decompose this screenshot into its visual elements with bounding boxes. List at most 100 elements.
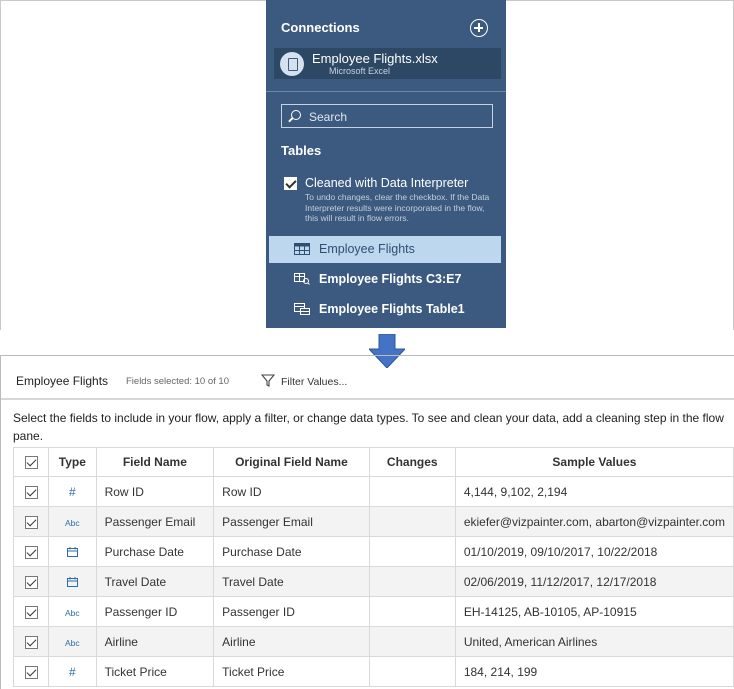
input-step-pane: Employee Flights Fields selected: 10 of …	[0, 355, 734, 689]
add-connection-icon[interactable]	[470, 19, 488, 37]
calendar-icon	[66, 577, 78, 588]
filter-values-label: Filter Values...	[281, 376, 348, 388]
original-field-name-cell: Purchase Date	[213, 536, 370, 567]
table-row[interactable]: # Row ID Row ID 4,144, 9,102, 2,194	[12, 476, 734, 507]
row-checkbox-cell[interactable]	[12, 506, 50, 537]
sub-table-icon	[294, 273, 310, 285]
table-header-row: Type Field Name Original Field Name Chan…	[12, 447, 734, 477]
row-checkbox[interactable]	[24, 635, 38, 649]
connections-title: Connections	[281, 20, 360, 35]
field-name-cell[interactable]: Passenger ID	[95, 596, 215, 627]
table-row[interactable]: Travel Date Travel Date 02/06/2019, 11/12/…	[12, 566, 734, 597]
string-type-icon: Abc	[65, 517, 80, 528]
column-header-original-field-name[interactable]: Original Field Name	[213, 447, 370, 477]
type-cell[interactable]: Abc	[48, 596, 97, 627]
sample-values-cell: 4,144, 9,102, 2,194	[454, 476, 734, 507]
field-name-cell[interactable]: Ticket Price	[95, 656, 215, 687]
type-cell[interactable]: #	[48, 476, 97, 507]
row-checkbox[interactable]	[24, 605, 38, 619]
search-placeholder: Search	[309, 110, 348, 124]
row-checkbox[interactable]	[24, 485, 38, 499]
table-row[interactable]: Abc Passenger Email Passenger Email ekiefer…	[12, 506, 734, 537]
changes-cell	[368, 476, 456, 507]
table-row[interactable]: Abc Airline Airline United, American Airlin…	[12, 626, 734, 657]
changes-cell	[368, 656, 456, 687]
original-field-name-cell: Airline	[213, 626, 370, 657]
tables-title: Tables	[281, 143, 322, 158]
row-checkbox[interactable]	[24, 515, 38, 529]
search-icon	[291, 110, 301, 120]
original-field-name-cell: Row ID	[213, 476, 370, 507]
named-table-icon	[294, 303, 310, 315]
row-checkbox[interactable]	[24, 575, 38, 589]
column-header-changes[interactable]: Changes	[368, 447, 456, 477]
table-row[interactable]: Purchase Date Purchase Date 01/10/2019, 09…	[12, 536, 734, 567]
number-type-icon: #	[69, 664, 76, 679]
row-checkbox[interactable]	[24, 545, 38, 559]
string-type-icon: Abc	[65, 637, 80, 648]
select-all-checkbox[interactable]	[24, 456, 38, 470]
data-interpreter-checkbox[interactable]	[284, 177, 297, 190]
table-row[interactable]: # Ticket Price Ticket Price 184, 214, 199	[12, 656, 734, 687]
field-name-cell[interactable]: Passenger Email	[95, 506, 215, 537]
connection-item[interactable]: Employee Flights.xlsx Microsoft Excel	[274, 48, 501, 79]
fields-table: Type Field Name Original Field Name Chan…	[12, 447, 734, 687]
original-field-name-cell: Passenger ID	[213, 596, 370, 627]
table-icon	[294, 243, 310, 255]
table-item-label: Employee Flights Table1	[319, 302, 465, 316]
changes-cell	[368, 626, 456, 657]
column-header-sample-values[interactable]: Sample Values	[454, 447, 734, 477]
type-cell[interactable]: #	[48, 656, 97, 687]
type-cell[interactable]: Abc	[48, 626, 97, 657]
pane-header: Employee Flights Fields selected: 10 of …	[1, 356, 734, 400]
data-interpreter-label: Cleaned with Data Interpreter	[305, 176, 469, 190]
original-field-name-cell: Ticket Price	[213, 656, 370, 687]
row-checkbox-cell[interactable]	[12, 596, 50, 627]
type-cell[interactable]: Abc	[48, 506, 97, 537]
field-name-cell[interactable]: Row ID	[95, 476, 215, 507]
original-field-name-cell: Passenger Email	[213, 506, 370, 537]
table-item-employee-flights-table1[interactable]: Employee Flights Table1	[269, 296, 501, 323]
string-type-icon: Abc	[65, 607, 80, 618]
pane-title: Employee Flights	[16, 374, 109, 388]
connections-panel: Connections Employee Flights.xlsx Micros…	[266, 0, 506, 328]
type-cell[interactable]	[48, 566, 97, 597]
fields-selected-count: Fields selected: 10 of 10	[126, 376, 229, 387]
sample-values-cell: EH-14125, AB-10105, AP-10915	[454, 596, 734, 627]
file-icon	[280, 52, 304, 76]
row-checkbox-cell[interactable]	[12, 566, 50, 597]
table-item-employee-flights[interactable]: Employee Flights	[269, 236, 501, 263]
type-cell[interactable]	[48, 536, 97, 567]
table-item-label: Employee Flights C3:E7	[319, 272, 462, 286]
sample-values-cell: 02/06/2019, 11/12/2017, 12/17/2018	[454, 566, 734, 597]
data-interpreter-note: To undo changes, clear the checkbox. If …	[305, 192, 490, 223]
filter-values-button[interactable]: Filter Values...	[261, 374, 347, 388]
row-checkbox-cell[interactable]	[12, 476, 50, 507]
field-name-cell[interactable]: Purchase Date	[95, 536, 215, 567]
field-name-cell[interactable]: Travel Date	[95, 566, 215, 597]
sample-values-cell: 184, 214, 199	[454, 656, 734, 687]
select-all-checkbox-cell[interactable]	[12, 447, 50, 477]
calendar-icon	[66, 547, 78, 558]
row-checkbox-cell[interactable]	[12, 536, 50, 567]
instructions-text: Select the fields to include in your flo…	[13, 411, 724, 443]
table-item-employee-flights-c3-e7[interactable]: Employee Flights C3:E7	[269, 266, 501, 293]
number-type-icon: #	[69, 484, 76, 499]
changes-cell	[368, 566, 456, 597]
row-checkbox-cell[interactable]	[12, 656, 50, 687]
column-header-type[interactable]: Type	[48, 447, 97, 477]
connection-type: Microsoft Excel	[329, 66, 391, 76]
changes-cell	[368, 596, 456, 627]
sample-values-cell: United, American Airlines	[454, 626, 734, 657]
search-input[interactable]: Search	[281, 104, 493, 128]
table-row[interactable]: Abc Passenger ID Passenger ID EH-14125, AB-…	[12, 596, 734, 627]
row-checkbox-cell[interactable]	[12, 626, 50, 657]
row-checkbox[interactable]	[24, 665, 38, 679]
sample-values-cell: ekiefer@vizpainter.com, abarton@vizpaint…	[454, 506, 734, 537]
table-item-label: Employee Flights	[319, 242, 415, 256]
column-header-field-name[interactable]: Field Name	[95, 447, 215, 477]
changes-cell	[368, 536, 456, 567]
funnel-icon	[261, 374, 275, 387]
sample-values-cell: 01/10/2019, 09/10/2017, 10/22/2018	[454, 536, 734, 567]
field-name-cell[interactable]: Airline	[95, 626, 215, 657]
